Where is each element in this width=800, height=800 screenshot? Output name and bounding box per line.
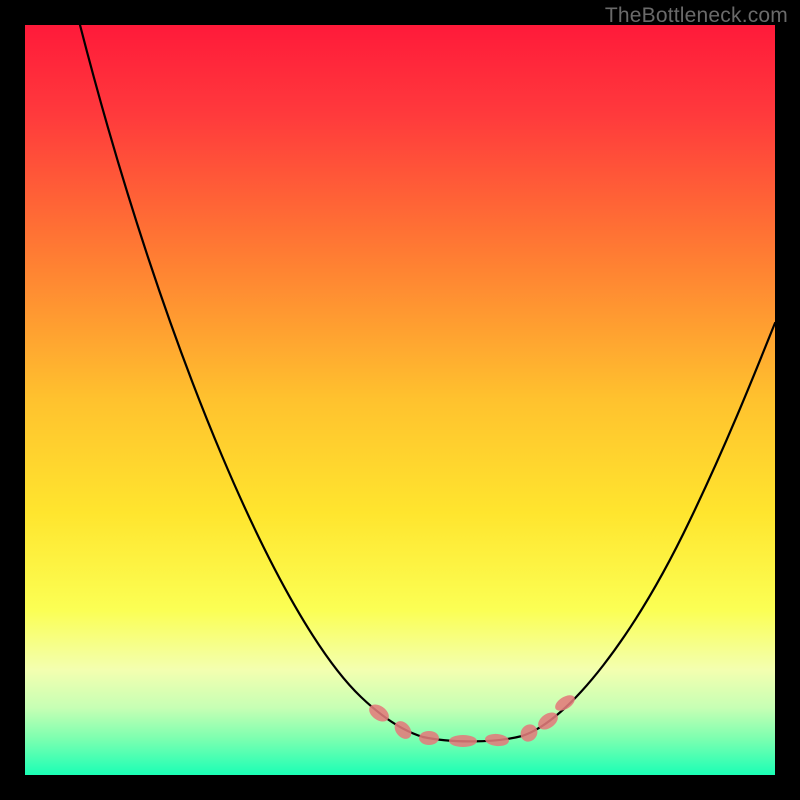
gradient-background — [25, 25, 775, 775]
optimum-marker — [419, 731, 439, 745]
outer-frame: TheBottleneck.com — [0, 0, 800, 800]
optimum-marker — [449, 735, 477, 747]
chart-svg — [25, 25, 775, 775]
plot-area — [25, 25, 775, 775]
watermark-text: TheBottleneck.com — [605, 4, 788, 28]
